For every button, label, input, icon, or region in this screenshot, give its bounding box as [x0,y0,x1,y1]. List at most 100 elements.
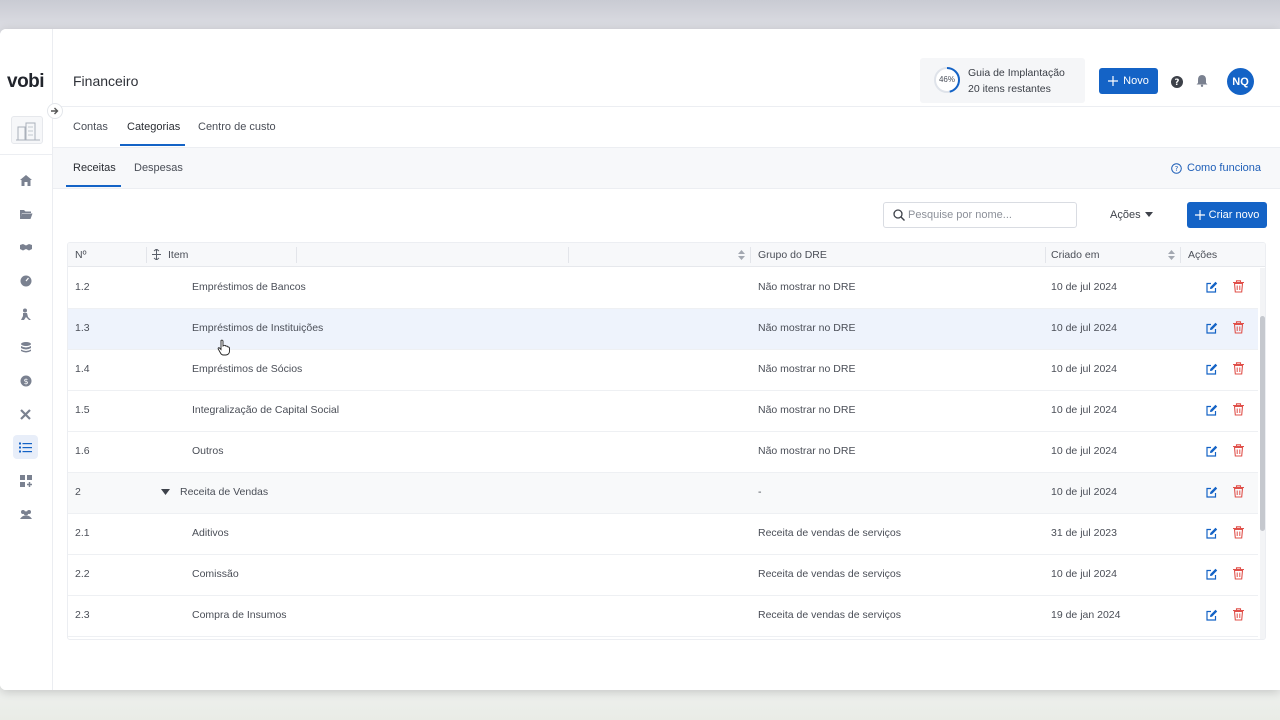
trash-icon[interactable] [1233,362,1244,375]
row-number: 2.3 [75,609,90,621]
categories-table: Nº Item Grupo do DRE Criado em Ações 1.2… [67,242,1266,640]
table-row[interactable]: 1.5 Integralização de Capital Social Não… [68,391,1258,432]
apps-icon [19,475,32,487]
stack-icon [20,342,31,353]
column-divider [1180,247,1181,263]
table-row-group[interactable]: 2 Receita de Vendas - 10 de jul 2024 [68,473,1258,514]
plus-icon [1194,210,1205,220]
notifications-button[interactable] [1196,74,1208,92]
table-scrollbar[interactable] [1260,268,1265,639]
trash-icon[interactable] [1233,444,1244,457]
column-divider [296,247,297,263]
sidebar-item-work[interactable] [13,302,38,326]
edit-icon[interactable] [1206,568,1218,580]
sidebar-item-projects[interactable] [13,202,38,226]
sidebar-item-home[interactable] [13,168,38,192]
sort-icon[interactable] [1168,250,1175,260]
edit-icon[interactable] [1206,609,1218,621]
sort-icon[interactable] [738,250,745,260]
actions-dropdown[interactable]: Ações [1110,209,1153,221]
row-dre-group: Não mostrar no DRE [758,404,856,416]
dollar-icon: $ [20,375,31,387]
trash-icon[interactable] [1233,485,1244,498]
caret-down-icon [1144,212,1153,217]
table-row[interactable]: 1.2 Empréstimos de Bancos Não mostrar no… [68,268,1258,309]
expand-collapse-icon[interactable] [152,249,161,260]
row-dre-group: Receita de vendas de serviços [758,609,901,621]
user-avatar[interactable]: NQ [1227,68,1254,95]
row-created: 10 de jul 2024 [1051,322,1117,334]
hand-cursor-icon [217,339,230,356]
edit-icon[interactable] [1206,281,1218,293]
new-button[interactable]: Novo [1099,68,1158,94]
sidebar-item-supplies[interactable] [13,335,38,359]
column-header-dre[interactable]: Grupo do DRE [758,249,827,261]
subtab-despesas[interactable]: Despesas [134,162,183,174]
trash-icon[interactable] [1233,608,1244,621]
search-field[interactable] [883,202,1077,228]
edit-icon[interactable] [1206,527,1218,539]
sidebar-item-sales[interactable] [13,235,38,259]
help-button[interactable]: ? [1171,75,1183,93]
search-input[interactable] [908,206,1068,224]
implementation-guide-card[interactable]: 46% Guia de Implantação 20 itens restant… [920,58,1085,103]
column-header-item[interactable]: Item [168,249,188,261]
tab-contas[interactable]: Contas [73,121,108,133]
row-number: 1.4 [75,363,90,375]
row-created: 10 de jul 2024 [1051,363,1117,375]
app-window: vobi $ Financeiro 46% Guia de Implantaçã… [0,29,1280,690]
row-created: 10 de jul 2024 [1051,445,1117,457]
edit-icon[interactable] [1206,486,1218,498]
table-row[interactable]: 1.4 Empréstimos de Sócios Não mostrar no… [68,350,1258,391]
edit-icon[interactable] [1206,322,1218,334]
sidebar-item-finance[interactable]: $ [13,369,38,393]
caret-down-icon[interactable] [161,489,170,495]
question-circle-icon: ? [1171,76,1183,88]
row-created: 31 de jul 2023 [1051,527,1117,539]
table-row[interactable]: 2.3 Compra de Insumos Receita de vendas … [68,596,1258,637]
table-row[interactable]: 2.1 Aditivos Receita de vendas de serviç… [68,514,1258,555]
trash-icon[interactable] [1233,526,1244,539]
sidebar-collapse-button[interactable] [47,103,63,119]
edit-icon[interactable] [1206,445,1218,457]
sidebar-item-dashboard[interactable] [13,269,38,293]
edit-icon[interactable] [1206,404,1218,416]
sidebar-item-team[interactable] [13,502,38,526]
sidebar-item-categories[interactable] [13,435,38,459]
column-header-created[interactable]: Criado em [1051,249,1099,261]
row-created: 10 de jul 2024 [1051,568,1117,580]
handshake-icon [19,244,32,251]
scrollbar-thumb[interactable] [1260,316,1265,531]
how-it-works-link[interactable]: ? Como funciona [1171,162,1261,174]
table-row[interactable]: 2.2 Comissão Receita de vendas de serviç… [68,555,1258,596]
create-new-button[interactable]: Criar novo [1187,202,1267,228]
tab-categorias[interactable]: Categorias [127,121,180,133]
how-it-works-label: Como funciona [1187,162,1261,174]
building-icon [16,122,40,141]
subtab-receitas[interactable]: Receitas [73,162,116,174]
trash-icon[interactable] [1233,280,1244,293]
trash-icon[interactable] [1233,321,1244,334]
tab-centro-de-custo[interactable]: Centro de custo [198,121,276,133]
row-created: 10 de jul 2024 [1051,281,1117,293]
sidebar-item-tools[interactable] [13,402,38,426]
plus-icon [1108,76,1119,86]
row-dre-group: Não mostrar no DRE [758,363,856,375]
edit-icon[interactable] [1206,363,1218,375]
sidebar-item-apps[interactable] [13,469,38,493]
subtabs-divider [53,188,1280,189]
trash-icon[interactable] [1233,567,1244,580]
svg-text:$: $ [23,377,28,386]
row-item: Empréstimos de Bancos [192,281,306,293]
question-outline-icon: ? [1171,162,1182,174]
company-logo[interactable] [11,116,43,144]
trash-icon[interactable] [1233,403,1244,416]
tools-icon [20,408,31,420]
guide-subtitle: 20 itens restantes [968,83,1051,95]
row-dre-group: Receita de vendas de serviços [758,527,901,539]
app-logo[interactable]: vobi [7,71,45,93]
column-header-num[interactable]: Nº [75,249,86,261]
row-number: 1.3 [75,322,90,334]
table-row[interactable]: 1.6 Outros Não mostrar no DRE 10 de jul … [68,432,1258,473]
table-row[interactable]: 1.3 Empréstimos de Instituições Não most… [68,309,1258,350]
